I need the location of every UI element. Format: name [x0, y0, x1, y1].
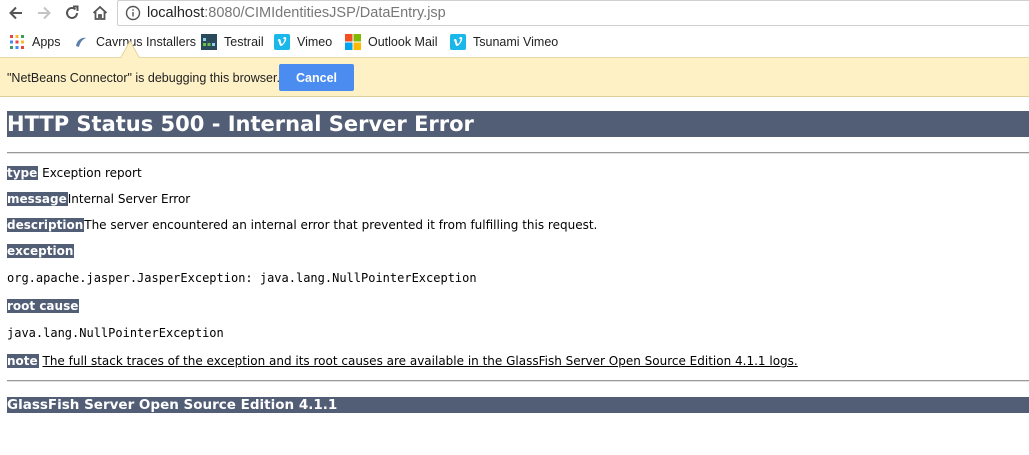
divider [7, 380, 1029, 382]
note-row: note The full stack traces of the except… [7, 353, 798, 369]
exception-label: exception [7, 244, 75, 258]
exception-row: exception [7, 243, 75, 259]
bookmark-vimeo[interactable]: Vimeo [274, 34, 332, 50]
home-icon [92, 5, 108, 20]
bookmark-label: Vimeo [297, 35, 333, 49]
root-cause-row: root cause [7, 298, 80, 314]
bookmark-label: Tsunami Vimeo [473, 35, 559, 49]
info-icon [125, 5, 141, 21]
type-value: Exception report [42, 166, 142, 180]
message-value: Internal Server Error [67, 192, 191, 206]
infobar-notch [121, 42, 139, 58]
description-label: description [7, 218, 85, 232]
microsoft-icon [345, 34, 361, 50]
cancel-button[interactable]: Cancel [279, 64, 354, 91]
bookmark-label: Testrail [224, 35, 264, 49]
bookmark-apps[interactable]: Apps [9, 34, 61, 50]
server-footer: GlassFish Server Open Source Edition 4.1… [7, 397, 1029, 413]
message-row: messageInternal Server Error [7, 191, 190, 207]
vimeo-icon [274, 34, 290, 50]
bookmark-testrail[interactable]: Testrail [201, 34, 264, 50]
back-arrow-icon [9, 6, 22, 20]
bookmark-label: Cavrnus Installers [96, 35, 197, 49]
type-label: type [7, 166, 39, 180]
bookmark-label: Outlook Mail [368, 35, 438, 49]
vimeo-icon [450, 34, 466, 50]
url-host: localhost [147, 5, 205, 21]
exception-value: org.apache.jasper.JasperException: java.… [7, 271, 477, 285]
url-path: :8080/CIMIdentitiesJSP/DataEntry.jsp [204, 5, 446, 21]
testrail-icon [201, 34, 217, 50]
back-button[interactable] [6, 3, 26, 23]
note-value: The full stack traces of the exception a… [42, 354, 798, 368]
bookmarks-bar: Apps Cavrnus Installers Testrail Vimeo O… [0, 27, 1029, 57]
browser-toolbar: localhost:8080/CIMIdentitiesJSP/DataEntr… [0, 0, 1029, 27]
bookmark-tsunami-vimeo[interactable]: Tsunami Vimeo [450, 34, 558, 50]
home-button[interactable] [90, 3, 110, 23]
infobar-message: "NetBeans Connector" is debugging this b… [7, 71, 280, 85]
message-label: message [7, 192, 68, 206]
description-value: The server encountered an internal error… [84, 218, 598, 232]
debugging-infobar: "NetBeans Connector" is debugging this b… [0, 57, 1029, 97]
root-cause-label: root cause [7, 299, 80, 313]
divider [7, 152, 1029, 154]
address-bar[interactable]: localhost:8080/CIMIdentitiesJSP/DataEntr… [117, 0, 1029, 26]
reload-button[interactable] [62, 3, 82, 23]
note-label: note [7, 354, 39, 368]
page-title: HTTP Status 500 - Internal Server Error [7, 111, 1029, 137]
description-row: descriptionThe server encountered an int… [7, 217, 597, 233]
forward-button[interactable] [34, 3, 54, 23]
apps-grid-icon [9, 34, 25, 50]
cavrnus-icon [73, 34, 89, 50]
type-row: type Exception report [7, 165, 142, 181]
forward-arrow-icon [38, 6, 51, 20]
root-cause-value: java.lang.NullPointerException [7, 326, 224, 340]
reload-icon [66, 5, 79, 19]
bookmark-label: Apps [32, 35, 61, 49]
bookmark-outlook-mail[interactable]: Outlook Mail [345, 34, 437, 50]
